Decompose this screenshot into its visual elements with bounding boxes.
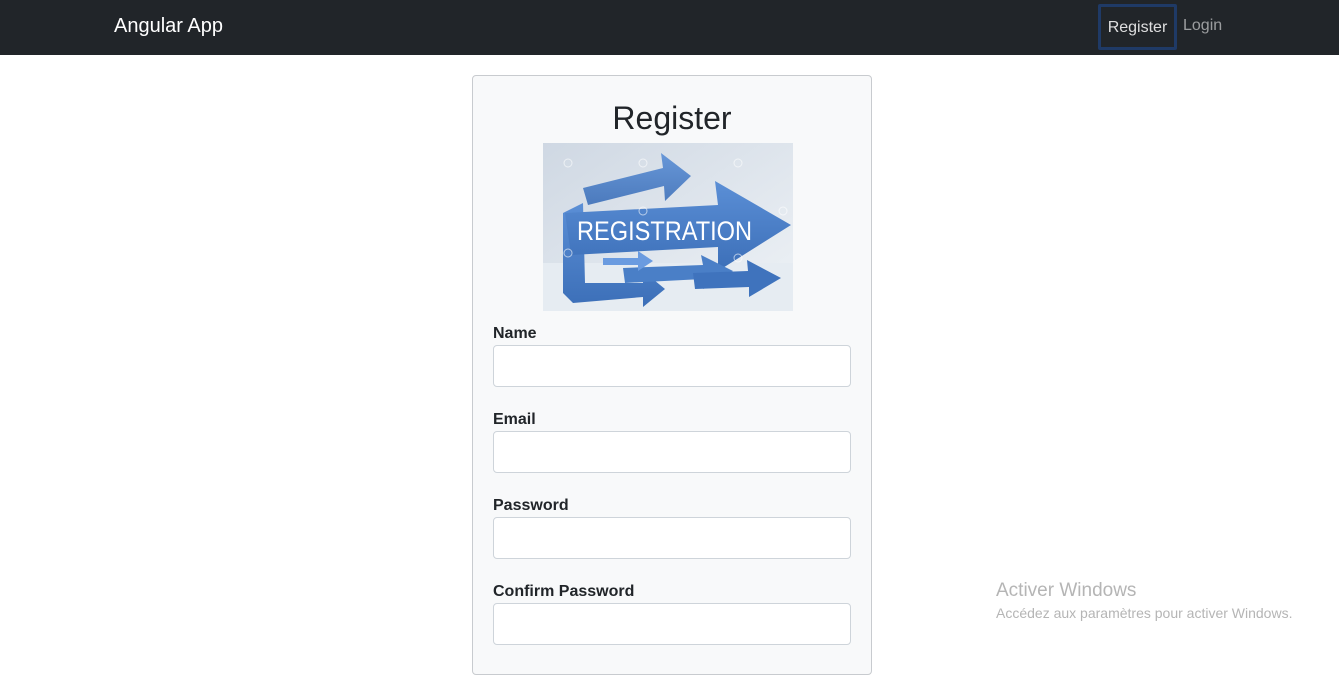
- nav-register-link[interactable]: Register: [1098, 4, 1177, 50]
- registration-image: REGISTRATION: [543, 143, 793, 311]
- password-field[interactable]: [493, 517, 851, 559]
- confirm-password-field[interactable]: [493, 603, 851, 645]
- windows-activation-watermark: Activer Windows Accédez aux paramètres p…: [996, 580, 1292, 621]
- brand-link[interactable]: Angular App: [114, 15, 223, 38]
- register-card: Register REGISTRATION Name Email Passwor…: [472, 75, 872, 675]
- navbar: Angular App Register Login: [0, 0, 1339, 55]
- name-field[interactable]: [493, 345, 851, 387]
- watermark-subtitle: Accédez aux paramètres pour activer Wind…: [996, 605, 1293, 621]
- confirm-password-label: Confirm Password: [493, 583, 635, 600]
- nav-login-link[interactable]: Login: [1183, 17, 1222, 35]
- email-label: Email: [493, 411, 536, 428]
- name-label: Name: [493, 325, 537, 342]
- registration-image-text: REGISTRATION: [577, 216, 752, 246]
- password-label: Password: [493, 497, 569, 514]
- page-title: Register: [612, 100, 732, 136]
- watermark-title: Activer Windows: [996, 580, 1137, 601]
- email-field[interactable]: [493, 431, 851, 473]
